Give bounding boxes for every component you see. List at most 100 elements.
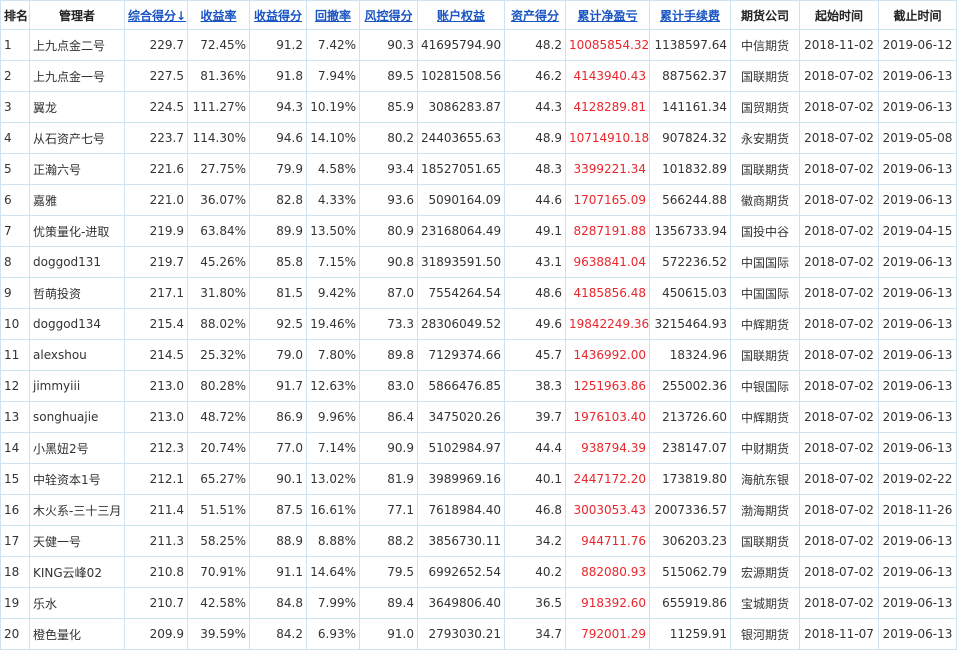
cell-asset-score: 49.6 <box>504 308 566 340</box>
table-row: 8 doggod131 219.7 45.26% 85.8 7.15% 90.8 318935… <box>0 246 957 278</box>
cell-account-equity: 3649806.40 <box>417 587 505 619</box>
cell-end-date: 2019-06-12 <box>878 29 957 61</box>
header-risk-score[interactable]: 风控得分 <box>359 0 418 30</box>
cell-return-score: 89.9 <box>249 215 307 247</box>
header-commission[interactable]: 累计手续费 <box>649 0 731 30</box>
cell-manager: 上九点金一号 <box>29 60 125 92</box>
header-return-score[interactable]: 收益得分 <box>249 0 307 30</box>
cell-net-profit: 2447172.20 <box>565 463 650 495</box>
header-return-rate[interactable]: 收益率 <box>187 0 250 30</box>
header-asset-score[interactable]: 资产得分 <box>504 0 566 30</box>
cell-return-score: 94.3 <box>249 91 307 123</box>
cell-rank: 7 <box>0 215 30 247</box>
sort-link-commission[interactable]: 累计手续费 <box>660 9 720 23</box>
cell-futures-company: 中财期货 <box>730 432 800 464</box>
cell-commission: 450615.03 <box>649 277 731 309</box>
cell-asset-score: 44.6 <box>504 184 566 216</box>
cell-net-profit: 792001.29 <box>565 618 650 650</box>
cell-start-date: 2018-11-07 <box>799 618 879 650</box>
header-rank: 排名 <box>0 0 30 30</box>
header-end-date: 截止时间 <box>878 0 957 30</box>
sort-link-asset-score[interactable]: 资产得分 <box>511 9 559 23</box>
cell-rank: 12 <box>0 370 30 402</box>
cell-end-date: 2019-05-08 <box>878 122 957 154</box>
cell-futures-company: 海航东银 <box>730 463 800 495</box>
cell-asset-score: 45.7 <box>504 339 566 371</box>
cell-total-score: 209.9 <box>124 618 188 650</box>
cell-account-equity: 24403655.63 <box>417 122 505 154</box>
cell-end-date: 2019-06-13 <box>878 91 957 123</box>
table-row: 18 KING云峰02 210.8 70.91% 91.1 14.64% 79.5 69926… <box>0 556 957 588</box>
cell-risk-score: 77.1 <box>359 494 418 526</box>
cell-net-profit: 3003053.43 <box>565 494 650 526</box>
sort-link-return-rate[interactable]: 收益率 <box>200 9 236 23</box>
cell-total-score: 223.7 <box>124 122 188 154</box>
cell-asset-score: 46.2 <box>504 60 566 92</box>
cell-return-rate: 81.36% <box>187 60 250 92</box>
cell-risk-score: 93.6 <box>359 184 418 216</box>
cell-futures-company: 中信期货 <box>730 29 800 61</box>
cell-manager: 优策量化-进取 <box>29 215 125 247</box>
cell-return-score: 92.5 <box>249 308 307 340</box>
sort-link-total-score[interactable]: 综合得分↓ <box>128 9 186 23</box>
cell-drawdown-rate: 4.33% <box>306 184 360 216</box>
header-account-equity[interactable]: 账户权益 <box>417 0 505 30</box>
cell-return-rate: 114.30% <box>187 122 250 154</box>
cell-net-profit: 19842249.36 <box>565 308 650 340</box>
cell-commission: 3215464.93 <box>649 308 731 340</box>
sort-link-drawdown-rate[interactable]: 回撤率 <box>315 9 351 23</box>
cell-manager: 嘉雅 <box>29 184 125 216</box>
cell-return-rate: 20.74% <box>187 432 250 464</box>
cell-return-rate: 31.80% <box>187 277 250 309</box>
cell-account-equity: 41695794.90 <box>417 29 505 61</box>
cell-risk-score: 90.9 <box>359 432 418 464</box>
cell-commission: 238147.07 <box>649 432 731 464</box>
header-futures-company: 期货公司 <box>730 0 800 30</box>
cell-net-profit: 944711.76 <box>565 525 650 557</box>
cell-start-date: 2018-07-02 <box>799 246 879 278</box>
cell-start-date: 2018-07-02 <box>799 184 879 216</box>
cell-total-score: 210.7 <box>124 587 188 619</box>
cell-return-score: 85.8 <box>249 246 307 278</box>
cell-drawdown-rate: 7.15% <box>306 246 360 278</box>
cell-drawdown-rate: 10.19% <box>306 91 360 123</box>
header-drawdown-rate[interactable]: 回撤率 <box>306 0 360 30</box>
table-row: 19 乐水 210.7 42.58% 84.8 7.99% 89.4 3649806.40 36… <box>0 587 957 619</box>
cell-start-date: 2018-11-02 <box>799 29 879 61</box>
table-row: 5 正瀚六号 221.6 27.75% 79.9 4.58% 93.4 18527051.65… <box>0 153 957 185</box>
cell-manager: 上九点金二号 <box>29 29 125 61</box>
cell-start-date: 2018-07-02 <box>799 556 879 588</box>
sort-link-risk-score[interactable]: 风控得分 <box>364 9 412 23</box>
cell-drawdown-rate: 6.93% <box>306 618 360 650</box>
cell-return-score: 79.9 <box>249 153 307 185</box>
sort-link-return-score[interactable]: 收益得分 <box>254 9 302 23</box>
table-row: 20 橙色量化 209.9 39.59% 84.2 6.93% 91.0 2793030.21… <box>0 618 957 650</box>
cell-drawdown-rate: 7.14% <box>306 432 360 464</box>
cell-end-date: 2019-06-13 <box>878 587 957 619</box>
cell-rank: 9 <box>0 277 30 309</box>
cell-start-date: 2018-07-02 <box>799 308 879 340</box>
cell-futures-company: 渤海期货 <box>730 494 800 526</box>
cell-total-score: 227.5 <box>124 60 188 92</box>
sort-link-net-profit[interactable]: 累计净盈亏 <box>577 9 637 23</box>
header-net-profit[interactable]: 累计净盈亏 <box>565 0 650 30</box>
sort-link-account-equity[interactable]: 账户权益 <box>437 9 485 23</box>
cell-asset-score: 34.7 <box>504 618 566 650</box>
table-row: 1 上九点金二号 229.7 72.45% 91.2 7.42% 90.3 41695794.… <box>0 29 957 61</box>
cell-total-score: 213.0 <box>124 401 188 433</box>
cell-commission: 18324.96 <box>649 339 731 371</box>
cell-account-equity: 7618984.40 <box>417 494 505 526</box>
cell-return-score: 77.0 <box>249 432 307 464</box>
table-row: 10 doggod134 215.4 88.02% 92.5 19.46% 73.3 2830… <box>0 308 957 340</box>
cell-commission: 306203.23 <box>649 525 731 557</box>
table-row: 13 songhuajie 213.0 48.72% 86.9 9.96% 86.4 3475… <box>0 401 957 433</box>
cell-rank: 5 <box>0 153 30 185</box>
cell-rank: 13 <box>0 401 30 433</box>
header-total-score[interactable]: 综合得分↓ <box>124 0 188 30</box>
cell-rank: 14 <box>0 432 30 464</box>
cell-total-score: 215.4 <box>124 308 188 340</box>
cell-end-date: 2019-06-13 <box>878 246 957 278</box>
cell-total-score: 212.3 <box>124 432 188 464</box>
cell-start-date: 2018-07-02 <box>799 370 879 402</box>
cell-commission: 887562.37 <box>649 60 731 92</box>
